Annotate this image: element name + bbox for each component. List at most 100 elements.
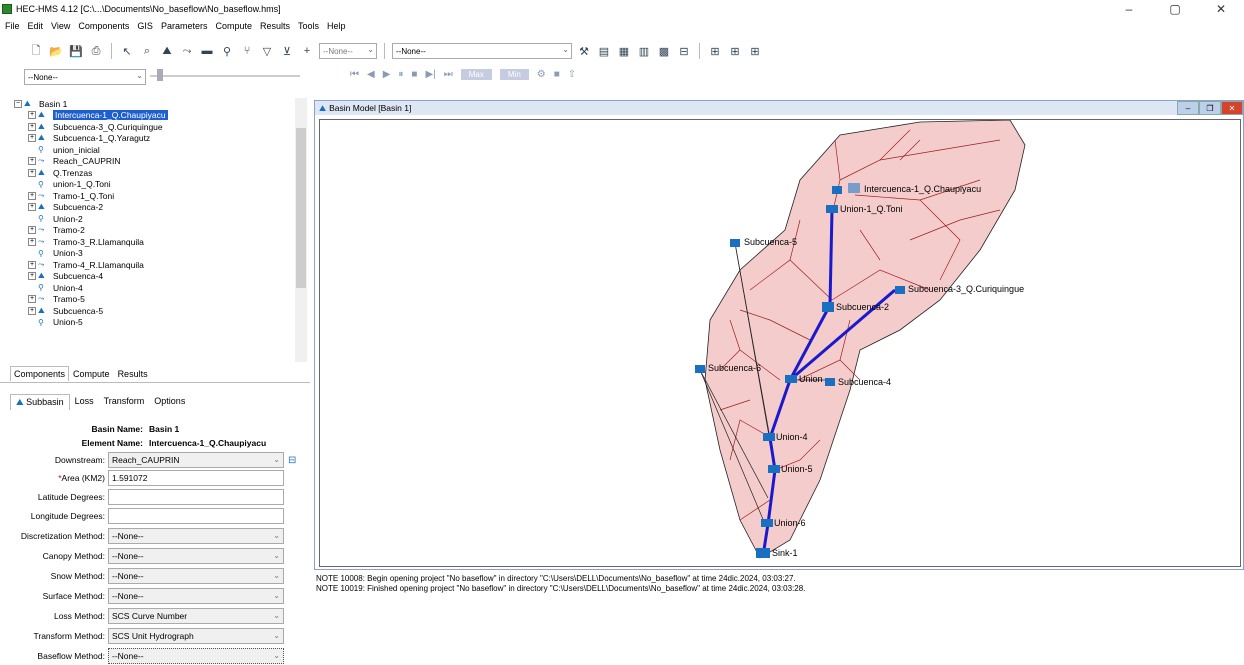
tree-item[interactable]: + ⛰ Subcuenca-2 — [10, 202, 310, 214]
graph-icon[interactable]: ▤ — [596, 43, 612, 59]
source-tool-icon[interactable]: ▽ — [259, 43, 275, 59]
time-slider-track[interactable] — [150, 75, 300, 77]
zoom-tool-icon[interactable]: ⌕ — [139, 43, 155, 59]
tree-item[interactable]: + ⛰ Intercuenca-1_Q.Chaupiyacu — [10, 110, 310, 122]
reservoir-tool-icon[interactable]: ▬ — [199, 43, 215, 59]
menu-view[interactable]: View — [47, 21, 74, 31]
open-folder-icon[interactable]: 📂 — [48, 43, 64, 59]
tree-item[interactable]: + ⤳ Tramo-3_R.Llamanquila — [10, 236, 310, 248]
tab-subbasin[interactable]: ⛰ Subbasin — [10, 394, 70, 410]
compute-icon[interactable]: ⚒ — [576, 43, 592, 59]
tree-item[interactable]: ⚲ union-1_Q.Toni — [10, 179, 310, 191]
small-none-select[interactable]: --None-- ⌄ — [319, 43, 377, 59]
snow-select[interactable]: --None-- ⌄ — [108, 568, 284, 584]
tab-results[interactable]: Results — [113, 366, 152, 381]
tree-expander-icon[interactable]: + — [28, 237, 36, 246]
global-summary-icon[interactable]: ⊟ — [676, 43, 692, 59]
export-icon[interactable]: ⇧ — [568, 69, 576, 80]
next-frame-icon[interactable]: ▶| — [425, 69, 435, 80]
menu-tools[interactable]: Tools — [294, 21, 323, 31]
tree-item[interactable]: + ⤳ Tramo-2 — [10, 225, 310, 237]
tree-item[interactable]: ⚲ Union-2 — [10, 213, 310, 225]
tree-item[interactable]: + ⛰ Subcuenca-1_Q.Yaragutz — [10, 133, 310, 145]
tree-item[interactable]: − ⛰ Basin 1 — [10, 98, 310, 110]
previous-frame-icon[interactable]: ◀ — [367, 69, 375, 80]
loss-select[interactable]: SCS Curve Number ⌄ — [108, 608, 284, 624]
tree-expander-icon[interactable]: + — [28, 111, 36, 120]
run-select[interactable]: --None-- ⌄ — [392, 43, 572, 59]
tree-item[interactable]: ⚲ Union-3 — [10, 248, 310, 260]
basin-minimize-button[interactable]: – — [1177, 101, 1199, 115]
menu-gis[interactable]: GIS — [133, 21, 157, 31]
tree-expander-icon[interactable]: + — [28, 203, 36, 212]
stop-icon[interactable]: ■ — [411, 69, 417, 80]
play-icon[interactable]: ▶ — [383, 69, 391, 80]
basin-map-canvas[interactable]: Intercuenca-1_Q.Chaupiyacu Union-1_Q.Ton… — [319, 119, 1241, 567]
tree-item[interactable]: + ⛰ Subcuenca-5 — [10, 305, 310, 317]
latitude-input[interactable] — [108, 489, 284, 505]
menu-components[interactable]: Components — [74, 21, 133, 31]
save-icon[interactable]: 💾 — [68, 43, 84, 59]
max-button[interactable]: Max — [460, 69, 492, 80]
left-none-select[interactable]: --None-- ⌄ — [24, 69, 146, 85]
grid-icon-3[interactable]: ⊞ — [747, 43, 763, 59]
maximize-button[interactable]: ▢ — [1152, 0, 1198, 18]
tree-expander-icon[interactable]: + — [28, 272, 36, 281]
tab-transform[interactable]: Transform — [99, 394, 150, 410]
tree-expander-icon[interactable]: + — [28, 168, 36, 177]
print-icon[interactable]: ⎙ — [88, 43, 104, 59]
canopy-select[interactable]: --None-- ⌄ — [108, 548, 284, 564]
baseflow-select[interactable]: --None-- ⌄ — [108, 648, 284, 664]
discretization-select[interactable]: --None-- ⌄ — [108, 528, 284, 544]
menu-results[interactable]: Results — [256, 21, 294, 31]
surface-select[interactable]: --None-- ⌄ — [108, 588, 284, 604]
menu-parameters[interactable]: Parameters — [157, 21, 212, 31]
tree-item[interactable]: + ⛰ Q.Trenzas — [10, 167, 310, 179]
basin-close-button[interactable]: ✕ — [1221, 101, 1243, 115]
menu-help[interactable]: Help — [323, 21, 350, 31]
tree-expander-icon[interactable]: + — [28, 157, 36, 166]
minimize-button[interactable]: – — [1106, 0, 1152, 18]
tree-item[interactable]: + ⛰ Subcuenca-4 — [10, 271, 310, 283]
transform-select[interactable]: SCS Unit Hydrograph ⌄ — [108, 628, 284, 644]
time-slider-thumb[interactable] — [157, 69, 163, 81]
sink-tool-icon[interactable]: ⊻ — [279, 43, 295, 59]
summary-table-icon[interactable]: ▦ — [616, 43, 632, 59]
time-series-table-icon[interactable]: ▥ — [636, 43, 652, 59]
tree-item[interactable]: ⚲ Union-4 — [10, 282, 310, 294]
tree-item[interactable]: ⚲ union_inicial — [10, 144, 310, 156]
tree-item[interactable]: + ⤳ Tramo-5 — [10, 294, 310, 306]
tree-item[interactable]: + ⤳ Reach_CAUPRIN — [10, 156, 310, 168]
reach-tool-icon[interactable]: ⤳ — [179, 43, 195, 59]
basin-map[interactable]: Intercuenca-1_Q.Chaupiyacu Union-1_Q.Ton… — [320, 119, 1240, 566]
longitude-input[interactable] — [108, 508, 284, 524]
tree-expander-icon[interactable]: − — [14, 99, 22, 108]
settings-gear-icon[interactable]: ⚙ — [537, 69, 546, 80]
tree-expander-icon[interactable]: + — [28, 306, 36, 315]
tab-loss[interactable]: Loss — [70, 394, 99, 410]
grid-icon-2[interactable]: ⊞ — [727, 43, 743, 59]
menu-file[interactable]: File — [1, 21, 24, 31]
junction-tool-icon[interactable]: ⚲ — [219, 43, 235, 59]
tab-options[interactable]: Options — [149, 394, 190, 410]
record-video-icon[interactable]: ■ — [554, 69, 560, 80]
tab-components[interactable]: Components — [10, 366, 70, 381]
menu-edit[interactable]: Edit — [24, 21, 48, 31]
tree-expander-icon[interactable]: + — [28, 191, 36, 200]
tree-scrollbar[interactable] — [295, 98, 307, 362]
new-file-icon[interactable]: 🗋 — [28, 43, 44, 59]
downstream-map-icon[interactable]: ⊟ — [288, 455, 296, 466]
first-frame-icon[interactable]: ⏮ — [350, 69, 359, 80]
subbasin-tool-icon[interactable]: ⛰ — [159, 43, 175, 59]
tree-expander-icon[interactable]: + — [28, 295, 36, 304]
diversion-tool-icon[interactable]: ⑂ — [239, 43, 255, 59]
results-icon[interactable]: ▩ — [656, 43, 672, 59]
grid-icon-1[interactable]: ⊞ — [707, 43, 723, 59]
tree-expander-icon[interactable]: + — [28, 226, 36, 235]
menu-compute[interactable]: Compute — [211, 21, 256, 31]
tree-item[interactable]: + ⛰ Subcuenca-3_Q.Curiquingue — [10, 121, 310, 133]
tab-compute[interactable]: Compute — [69, 366, 114, 381]
min-button[interactable]: Min — [499, 69, 529, 80]
tree-expander-icon[interactable]: + — [28, 122, 36, 131]
add-icon[interactable]: + — [299, 43, 315, 59]
